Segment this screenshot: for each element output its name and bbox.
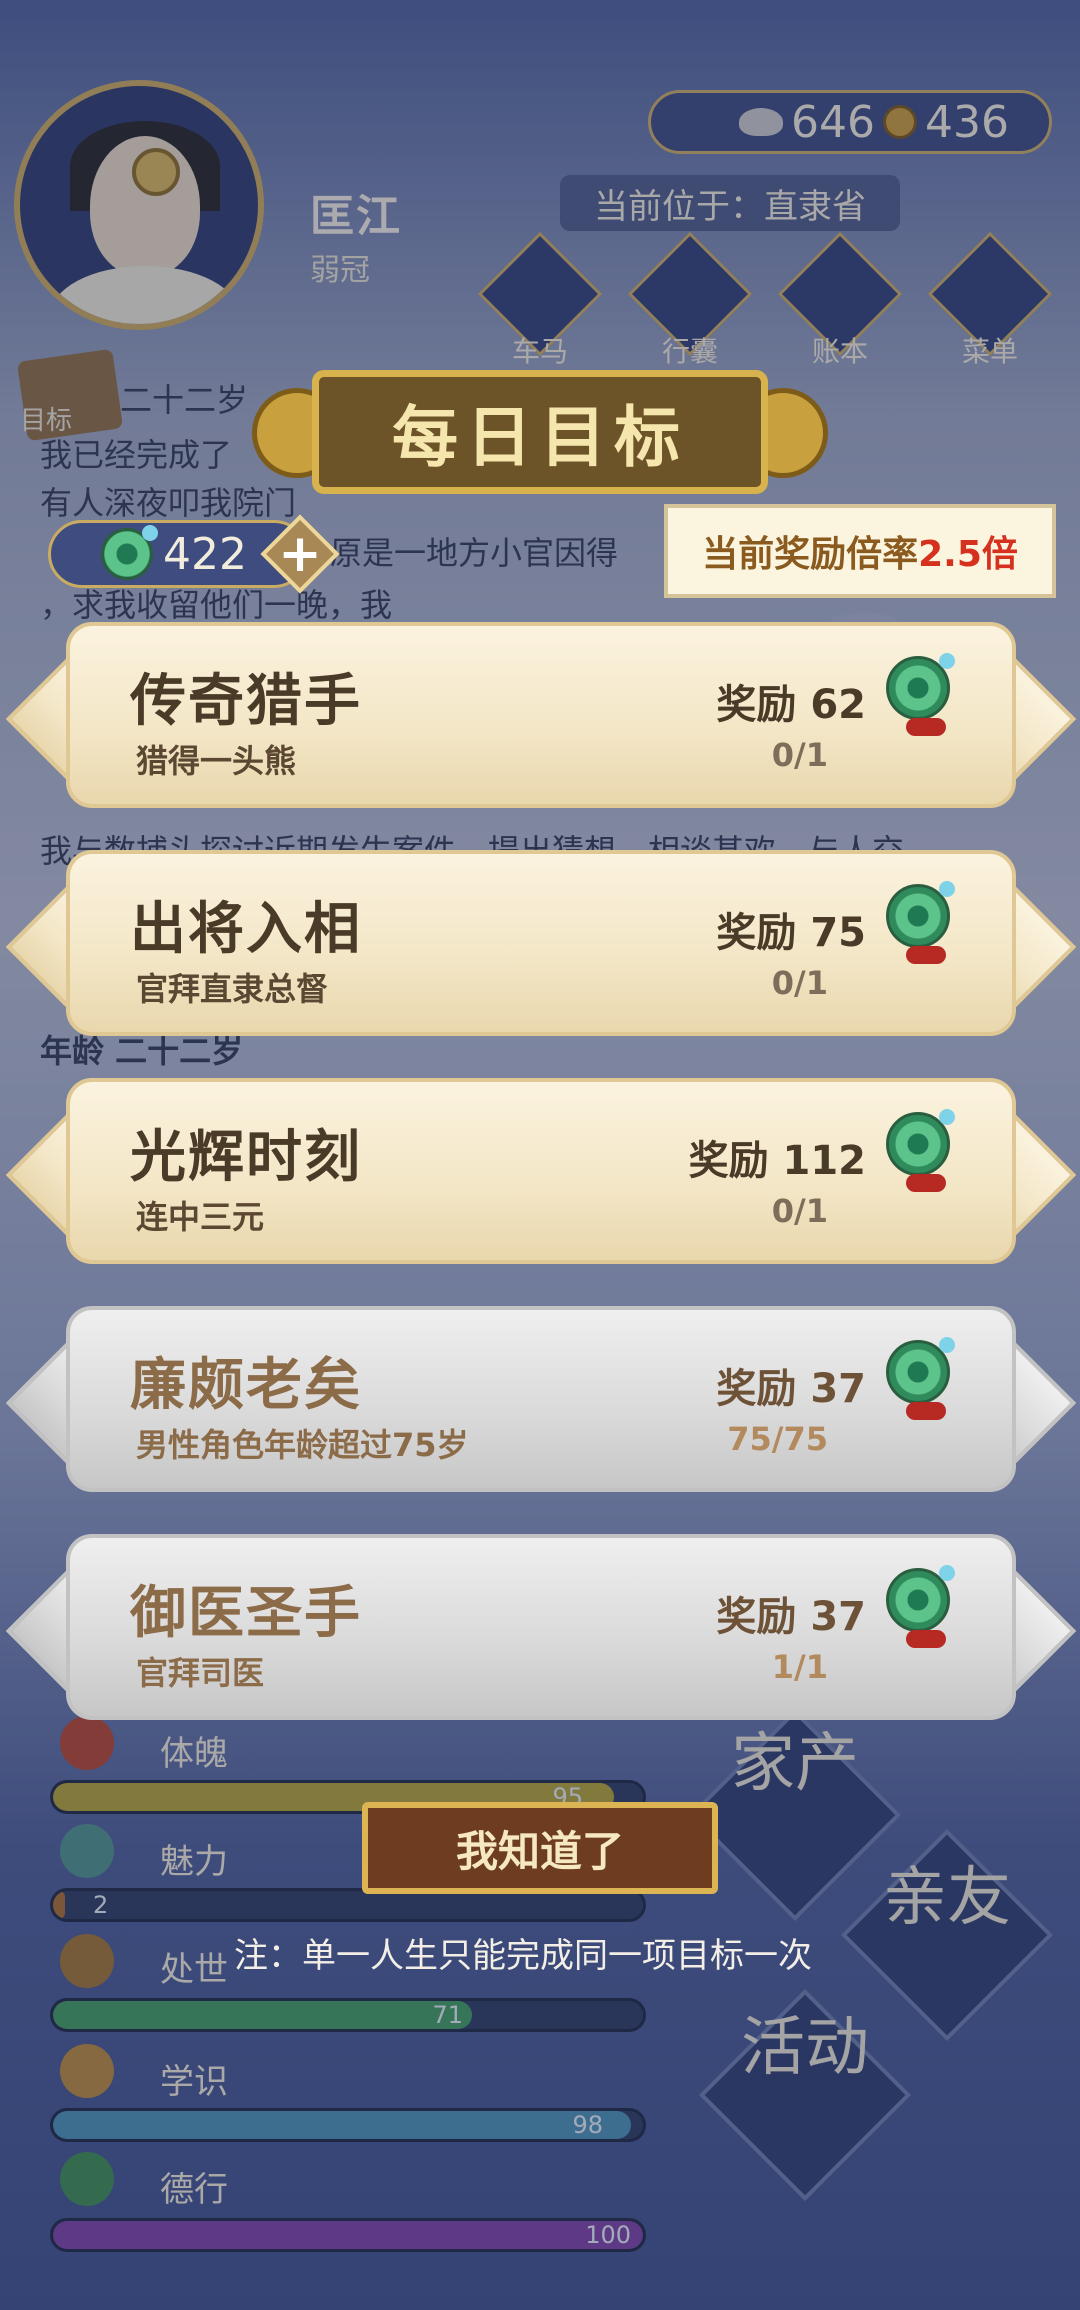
reward-multiplier-badge: 当前奖励倍率 2.5倍 [664, 504, 1056, 598]
goal-reward: 奖励 112 [688, 1138, 866, 1184]
multiplier-label: 当前奖励倍率 [702, 534, 919, 575]
jade-reward-icon [886, 1109, 956, 1182]
goal-card[interactable]: 光辉时刻 连中三元 奖励 112 0/1 [5, 1078, 1077, 1264]
goal-title: 廉颇老矣 [130, 1352, 362, 1418]
goal-title: 出将入相 [130, 896, 362, 962]
goal-note: 注：单一人生只能完成同一项目标一次 [234, 1936, 812, 1976]
add-jade-button[interactable]: + [260, 514, 340, 594]
acknowledge-button[interactable]: 我知道了 [362, 1802, 718, 1894]
red-ribbon [906, 1174, 946, 1192]
multiplier-value: 2.5倍 [918, 534, 1018, 575]
goal-description: 连中三元 [136, 1198, 265, 1236]
goal-progress: 0/1 [771, 1192, 828, 1230]
goal-description: 男性角色年龄超过75岁 [136, 1426, 469, 1464]
goal-progress: 1/1 [771, 1648, 828, 1686]
page-title: 每日目标 [312, 370, 768, 494]
goal-progress: 0/1 [771, 736, 828, 774]
goal-description: 官拜司医 [136, 1654, 265, 1692]
jade-reward-icon [886, 1565, 956, 1638]
goal-reward: 奖励 37 [716, 1594, 866, 1640]
red-ribbon [906, 946, 946, 964]
goal-reward: 奖励 75 [716, 910, 866, 956]
goal-reward: 奖励 62 [716, 682, 866, 728]
goal-title: 光辉时刻 [130, 1124, 362, 1190]
jade-token-icon [101, 525, 158, 580]
goal-description: 猎得一头熊 [136, 742, 297, 780]
goal-reward: 奖励 37 [716, 1366, 866, 1412]
jade-reward-icon [886, 653, 956, 726]
goal-title: 传奇猎手 [130, 668, 362, 734]
jade-reward-icon [886, 881, 956, 954]
jade-balance-value: 422 [163, 528, 247, 580]
goal-card[interactable]: 廉颇老矣 男性角色年龄超过75岁 奖励 37 75/75 [5, 1306, 1077, 1492]
plus-icon: + [278, 524, 322, 584]
goal-progress: 75/75 [727, 1420, 828, 1458]
red-ribbon [906, 718, 946, 736]
red-ribbon [906, 1402, 946, 1420]
red-ribbon [906, 1630, 946, 1648]
goal-description: 官拜直隶总督 [136, 970, 329, 1008]
goal-title: 御医圣手 [130, 1580, 362, 1646]
daily-goals-title-banner: 每日目标 [252, 370, 828, 494]
goal-progress: 0/1 [771, 964, 828, 1002]
jade-reward-icon [886, 1337, 956, 1410]
goal-card[interactable]: 出将入相 官拜直隶总督 奖励 75 0/1 [5, 850, 1077, 1036]
goal-card[interactable]: 传奇猎手 猎得一头熊 奖励 62 0/1 [5, 622, 1077, 808]
goal-card[interactable]: 御医圣手 官拜司医 奖励 37 1/1 [5, 1534, 1077, 1720]
